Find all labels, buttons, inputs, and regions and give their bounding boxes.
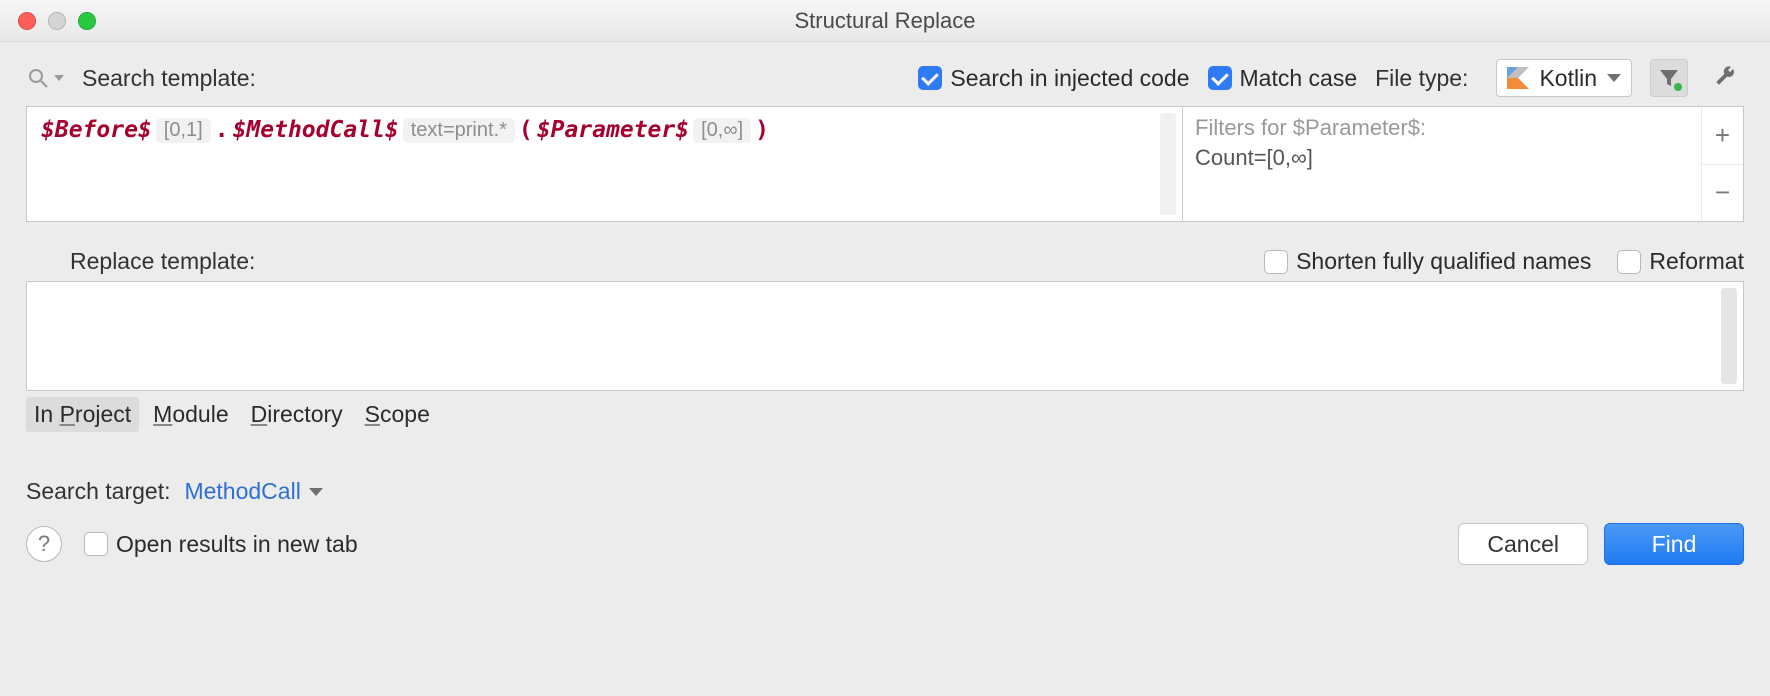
tools-button[interactable] xyxy=(1706,59,1744,97)
chevron-down-icon xyxy=(309,488,323,496)
replace-scrollbar[interactable] xyxy=(1721,288,1737,384)
open-new-tab-label: Open results in new tab xyxy=(116,531,358,558)
template-rparen: ) xyxy=(755,117,769,143)
reformat-checkbox[interactable]: Reformat xyxy=(1617,248,1744,275)
template-lparen: ( xyxy=(519,117,533,143)
search-template-label: Search template: xyxy=(82,65,256,92)
scope-tab-scope[interactable]: Scope xyxy=(357,397,438,432)
template-hint-before: [0,1] xyxy=(156,118,211,143)
scope-tabs: In Project Module Directory Scope xyxy=(26,397,1744,432)
template-var-param: $Parameter$ xyxy=(537,117,689,143)
filters-line: Count=[0,∞] xyxy=(1195,145,1689,171)
search-template-editor[interactable]: $Before$ [0,1] .$MethodCall$ text=print.… xyxy=(27,107,1183,221)
close-window-icon[interactable] xyxy=(18,12,36,30)
cancel-button[interactable]: Cancel xyxy=(1458,523,1588,565)
window-controls xyxy=(18,12,96,30)
filters-panel: Filters for $Parameter$: Count=[0,∞] + − xyxy=(1183,107,1743,221)
template-hint-method: text=print.* xyxy=(403,118,515,143)
shorten-fqn-label: Shorten fully qualified names xyxy=(1296,248,1591,275)
add-filter-button[interactable]: + xyxy=(1702,107,1743,164)
scope-tab-project[interactable]: In Project xyxy=(26,397,139,432)
match-case-checkbox[interactable]: Match case xyxy=(1208,65,1358,92)
search-injected-checkbox[interactable]: Search in injected code xyxy=(918,65,1189,92)
reformat-label: Reformat xyxy=(1649,248,1744,275)
replace-options-row: Replace template: Shorten fully qualifie… xyxy=(26,248,1744,275)
scope-tab-module[interactable]: Module xyxy=(145,397,236,432)
titlebar: Structural Replace xyxy=(0,0,1770,42)
wrench-icon xyxy=(1713,66,1737,90)
search-template-panes: $Before$ [0,1] .$MethodCall$ text=print.… xyxy=(26,106,1744,222)
zoom-window-icon[interactable] xyxy=(78,12,96,30)
search-injected-label: Search in injected code xyxy=(950,65,1189,92)
search-icon[interactable] xyxy=(26,66,64,90)
search-target-label: Search target: xyxy=(26,478,170,505)
replace-template-label: Replace template: xyxy=(70,248,255,275)
remove-filter-button[interactable]: − xyxy=(1702,164,1743,222)
help-button[interactable]: ? xyxy=(26,526,62,562)
chevron-down-icon xyxy=(1607,74,1621,82)
file-type-select[interactable]: Kotlin xyxy=(1496,59,1632,97)
window-title: Structural Replace xyxy=(795,8,976,34)
filter-button[interactable] xyxy=(1650,59,1688,97)
minimize-window-icon[interactable] xyxy=(48,12,66,30)
file-type-label: File type: xyxy=(1375,65,1468,92)
template-hint-param: [0,∞] xyxy=(693,118,751,143)
search-target-value: MethodCall xyxy=(184,478,300,505)
kotlin-icon xyxy=(1507,67,1529,89)
search-options-row: Search template: Search in injected code… xyxy=(26,56,1744,100)
replace-template-editor[interactable] xyxy=(26,281,1744,391)
match-case-label: Match case xyxy=(1240,65,1358,92)
dialog-button-row: ? Open results in new tab Cancel Find xyxy=(26,523,1744,565)
find-button[interactable]: Find xyxy=(1604,523,1744,565)
open-new-tab-checkbox[interactable]: Open results in new tab xyxy=(84,531,358,558)
template-var-before: $Before$ xyxy=(41,117,152,143)
editor-scrollbar[interactable] xyxy=(1160,113,1176,215)
file-type-value: Kotlin xyxy=(1539,65,1597,92)
template-dot: . xyxy=(215,117,229,143)
shorten-fqn-checkbox[interactable]: Shorten fully qualified names xyxy=(1264,248,1591,275)
template-var-method: $MethodCall$ xyxy=(233,117,399,143)
filters-title: Filters for $Parameter$: xyxy=(1195,115,1689,141)
scope-tab-directory[interactable]: Directory xyxy=(243,397,351,432)
search-target-select[interactable]: MethodCall xyxy=(184,478,322,505)
search-target-row: Search target: MethodCall xyxy=(26,478,1744,505)
